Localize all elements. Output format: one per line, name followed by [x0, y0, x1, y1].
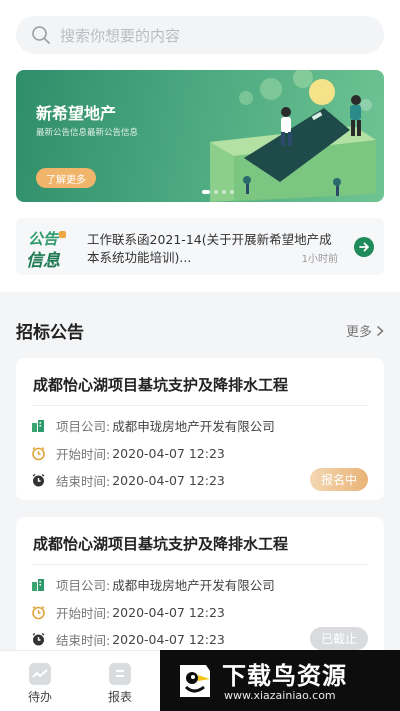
- nav-item-todo[interactable]: 待办: [15, 663, 65, 705]
- divider: [33, 405, 367, 406]
- start-value: 2020-04-07 12:23: [112, 446, 225, 461]
- notice-badge: 公告 信息: [26, 228, 68, 271]
- alarm-clock-icon: [30, 632, 46, 648]
- start-value: 2020-04-07 12:23: [112, 605, 225, 620]
- company-icon: [30, 577, 46, 593]
- alarm-clock-icon: [30, 473, 46, 489]
- end-label: 结束时间:: [56, 633, 111, 648]
- notice-bar[interactable]: 公告 信息 工作联系函2021-14(关于开展新希望地产成本系统功能培训)...…: [16, 218, 384, 275]
- carousel-dot[interactable]: [222, 190, 226, 194]
- end-value: 2020-04-07 12:23: [112, 473, 225, 488]
- start-label: 开始时间:: [56, 447, 111, 462]
- end-value: 2020-04-07 12:23: [112, 632, 225, 647]
- banner[interactable]: 新希望地产 最新公告信息最新公告信息 了解更多: [16, 70, 384, 202]
- tender-card[interactable]: 成都怡心湖项目基坑支护及降排水工程 项目公司: 成都申珑房地产开发有限公司 开始…: [16, 358, 384, 500]
- nav-item-report[interactable]: 报表: [95, 663, 145, 705]
- more-label: 更多: [345, 325, 372, 340]
- start-label: 开始时间:: [56, 606, 111, 621]
- search-bar[interactable]: 搜索你想要的内容: [16, 16, 384, 54]
- company-row: 项目公司: 成都申珑房地产开发有限公司: [30, 575, 275, 594]
- nav-label: 报表: [107, 690, 132, 704]
- notice-text[interactable]: 工作联系函2021-14(关于开展新希望地产成本系统功能培训)...: [87, 231, 337, 267]
- watermark-title: 下载鸟资源: [222, 662, 347, 690]
- tender-title: 成都怡心湖项目基坑支护及降排水工程: [33, 535, 289, 553]
- report-icon: [109, 663, 131, 685]
- notice-badge-dot: [59, 231, 66, 238]
- notice-time: 1小时前: [301, 254, 338, 265]
- status-badge: 已截止: [309, 627, 368, 650]
- alarm-clock-icon: [30, 446, 46, 462]
- divider: [33, 564, 367, 565]
- company-label: 项目公司:: [56, 419, 111, 434]
- banner-subtitle: 最新公告信息最新公告信息: [36, 128, 139, 138]
- arrow-right-icon[interactable]: [354, 237, 374, 257]
- end-time-row: 结束时间: 2020-04-07 12:23: [30, 630, 225, 649]
- search-icon: [22, 16, 60, 54]
- watermark-url: www.xiazainiao.com: [224, 689, 336, 702]
- notice-badge-line2: 信息: [26, 251, 60, 271]
- carousel-dot-active[interactable]: [202, 190, 210, 194]
- tender-card[interactable]: 成都怡心湖项目基坑支护及降排水工程 项目公司: 成都申珑房地产开发有限公司 开始…: [16, 517, 384, 659]
- nav-label: 待办: [27, 690, 52, 704]
- end-time-row: 结束时间: 2020-04-07 12:23: [30, 471, 225, 490]
- end-label: 结束时间:: [56, 474, 111, 489]
- company-row: 项目公司: 成都申珑房地产开发有限公司: [30, 416, 275, 435]
- search-placeholder: 搜索你想要的内容: [60, 26, 181, 45]
- company-icon: [30, 418, 46, 434]
- company-value: 成都申珑房地产开发有限公司: [112, 578, 275, 593]
- chevron-right-icon: [376, 325, 384, 336]
- todo-icon: [29, 663, 51, 685]
- more-link[interactable]: 更多: [346, 321, 384, 340]
- tender-title: 成都怡心湖项目基坑支护及降排水工程: [33, 376, 289, 394]
- status-badge: 报名中: [309, 468, 368, 491]
- carousel-dot[interactable]: [214, 190, 218, 194]
- bird-logo-icon: [180, 664, 210, 697]
- watermark: 下载鸟资源 www.xiazainiao.com: [160, 650, 400, 711]
- banner-title: 新希望地产: [36, 104, 117, 123]
- carousel-dot[interactable]: [230, 190, 234, 194]
- start-time-row: 开始时间: 2020-04-07 12:23: [30, 444, 225, 463]
- company-label: 项目公司:: [56, 578, 111, 593]
- banner-illustration: [210, 70, 376, 202]
- section-title: 招标公告: [16, 323, 84, 343]
- carousel-indicator[interactable]: [202, 190, 234, 194]
- alarm-clock-icon: [30, 605, 46, 621]
- start-time-row: 开始时间: 2020-04-07 12:23: [30, 603, 225, 622]
- learn-more-button[interactable]: 了解更多: [36, 168, 96, 188]
- company-value: 成都申珑房地产开发有限公司: [112, 419, 275, 434]
